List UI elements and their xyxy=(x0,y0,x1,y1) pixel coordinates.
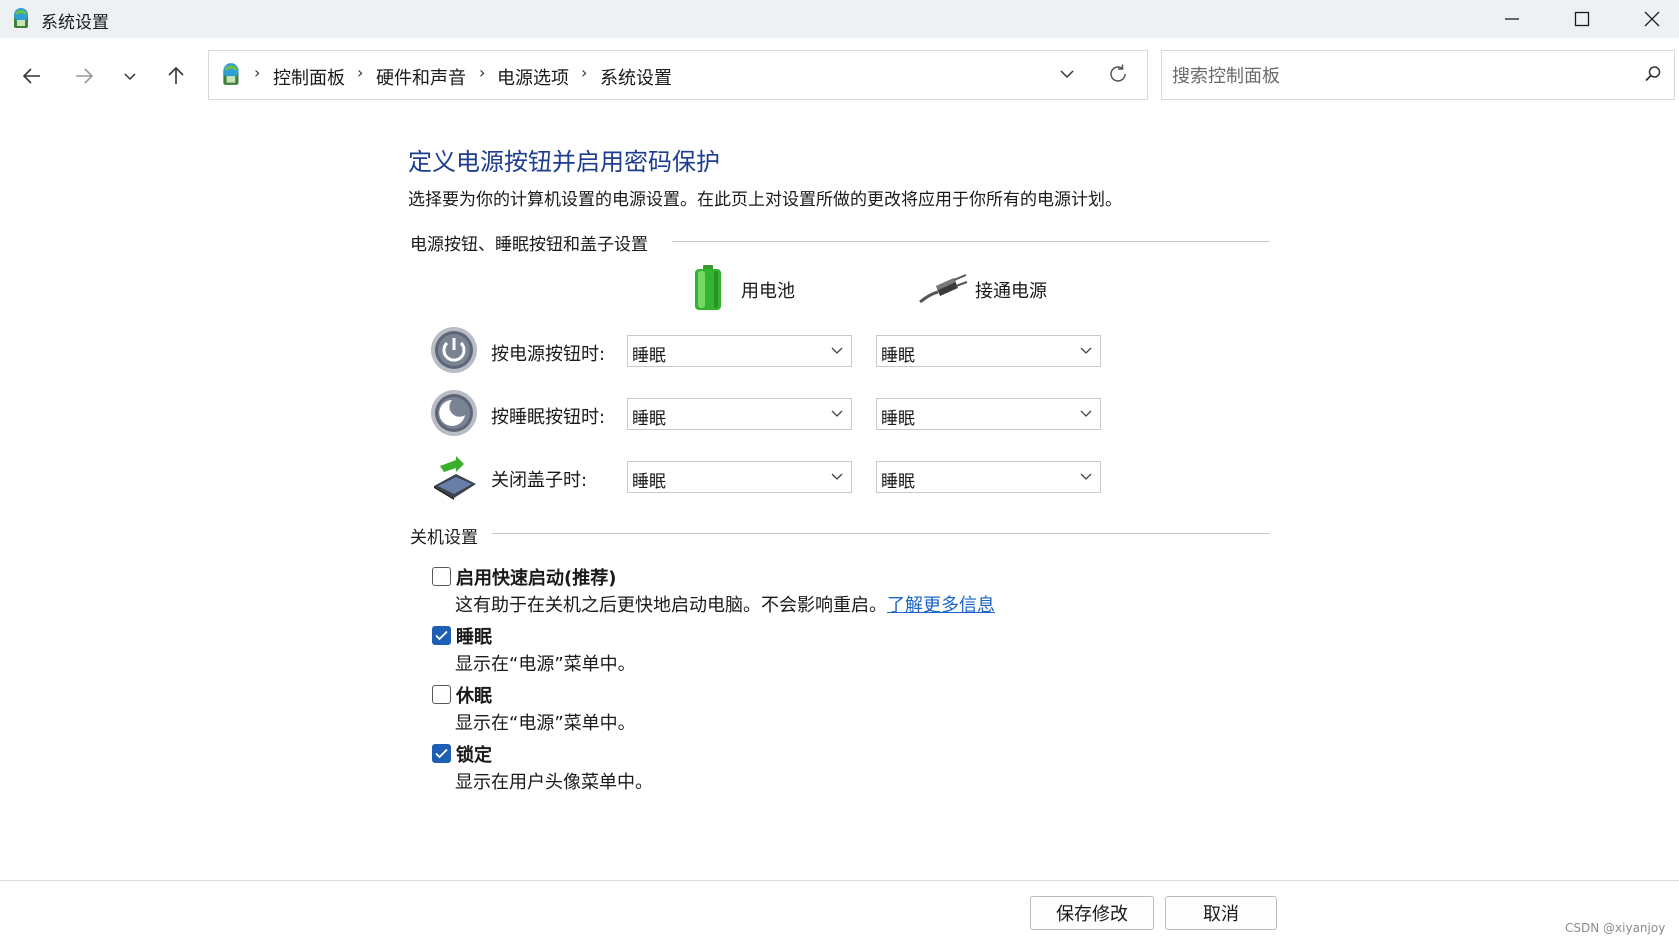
shutdown-section-label: 关机设置 xyxy=(410,523,486,548)
breadcrumb-system-settings[interactable]: 系统设置 xyxy=(600,64,672,90)
cancel-button[interactable]: 取消 xyxy=(1165,896,1277,930)
power-button-icon xyxy=(431,327,477,373)
address-bar[interactable]: › 控制面板 › 硬件和声音 › 电源选项 › 系统设置 xyxy=(208,50,1148,100)
power-plug-icon xyxy=(919,274,968,304)
lock-checkbox[interactable] xyxy=(432,744,451,763)
sleep-option-description: 显示在“电源”菜单中。 xyxy=(455,654,636,675)
fast-startup-title: 启用快速启动(推荐) xyxy=(456,568,617,589)
power-button-row-label: 按电源按钮时: xyxy=(491,344,606,365)
breadcrumb-hardware-sound[interactable]: 硬件和声音 xyxy=(376,64,466,90)
power-buttons-section-label: 电源按钮、睡眠按钮和盖子设置 xyxy=(410,230,656,255)
learn-more-link[interactable]: 了解更多信息 xyxy=(887,595,995,616)
power-button-plugged-select[interactable]: 睡眠 xyxy=(876,335,1101,367)
page-description: 选择要为你的计算机设置的电源设置。在此页上对设置所做的更改将应用于你所有的电源计… xyxy=(408,190,1122,210)
refresh-icon[interactable] xyxy=(1107,63,1129,85)
close-icon xyxy=(1644,11,1660,27)
lid-close-plugged-select[interactable]: 睡眠 xyxy=(876,461,1101,493)
save-changes-button[interactable]: 保存修改 xyxy=(1030,896,1154,930)
fast-startup-description: 这有助于在关机之后更快地启动电脑。不会影响重启。了解更多信息 xyxy=(455,595,995,616)
up-button[interactable] xyxy=(158,58,194,94)
checkmark-icon xyxy=(435,630,448,641)
chevron-down-icon xyxy=(1080,473,1092,480)
chevron-down-icon xyxy=(831,347,843,354)
arrow-right-icon xyxy=(76,68,94,84)
hibernate-checkbox[interactable] xyxy=(432,685,451,704)
battery-column-header: 用电池 xyxy=(741,281,795,302)
recent-locations-button[interactable] xyxy=(112,58,148,94)
chevron-right-icon: › xyxy=(254,63,261,82)
forward-button[interactable] xyxy=(66,58,102,94)
checkmark-icon xyxy=(435,748,448,759)
arrow-left-icon xyxy=(22,68,40,84)
sleep-button-icon xyxy=(431,390,477,436)
window-title: 系统设置 xyxy=(41,13,109,33)
lid-close-row-label: 关闭盖子时: xyxy=(491,470,588,491)
page-title: 定义电源按钮并启用密码保护 xyxy=(408,148,720,176)
fast-startup-checkbox[interactable] xyxy=(432,567,451,586)
chevron-down-icon xyxy=(1080,347,1092,354)
chevron-right-icon: › xyxy=(357,63,364,82)
sleep-button-plugged-select[interactable]: 睡眠 xyxy=(876,398,1101,430)
arrow-up-icon xyxy=(168,66,184,84)
minimize-icon xyxy=(1505,18,1519,20)
lock-option-description: 显示在用户头像菜单中。 xyxy=(455,772,653,793)
section-divider xyxy=(492,533,1270,534)
minimize-button[interactable] xyxy=(1477,0,1547,38)
sleep-checkbox[interactable] xyxy=(432,626,451,645)
plugged-in-column-header: 接通电源 xyxy=(975,281,1047,302)
hibernate-option-title: 休眠 xyxy=(456,686,492,707)
search-input[interactable] xyxy=(1170,61,1634,91)
lid-close-battery-select[interactable]: 睡眠 xyxy=(627,461,852,493)
chevron-down-icon xyxy=(831,410,843,417)
search-box[interactable] xyxy=(1161,50,1675,100)
watermark: CSDN @xiyanjoy xyxy=(1565,921,1666,935)
lock-option-title: 锁定 xyxy=(456,745,492,766)
control-panel-icon xyxy=(223,63,239,85)
chevron-down-icon xyxy=(124,73,136,81)
maximize-icon xyxy=(1574,11,1590,27)
battery-icon xyxy=(695,265,721,310)
back-button[interactable] xyxy=(14,58,50,94)
breadcrumb-power-options[interactable]: 电源选项 xyxy=(497,64,569,90)
section-divider xyxy=(672,241,1270,242)
close-button[interactable] xyxy=(1617,0,1679,38)
chevron-down-icon xyxy=(831,473,843,480)
footer-bar xyxy=(0,880,1679,945)
sleep-button-row-label: 按睡眠按钮时: xyxy=(491,407,606,428)
address-dropdown-icon[interactable] xyxy=(1057,64,1077,84)
chevron-right-icon: › xyxy=(479,63,486,82)
search-icon[interactable] xyxy=(1644,65,1662,83)
title-bar: 系统设置 xyxy=(0,0,1679,38)
sleep-option-title: 睡眠 xyxy=(456,627,492,648)
power-button-battery-select[interactable]: 睡眠 xyxy=(627,335,852,367)
chevron-right-icon: › xyxy=(581,63,588,82)
control-panel-icon xyxy=(14,8,28,28)
laptop-lid-icon xyxy=(434,456,476,500)
chevron-down-icon xyxy=(1080,410,1092,417)
hibernate-option-description: 显示在“电源”菜单中。 xyxy=(455,713,636,734)
maximize-button[interactable] xyxy=(1547,0,1617,38)
breadcrumb-control-panel[interactable]: 控制面板 xyxy=(273,64,345,90)
sleep-button-battery-select[interactable]: 睡眠 xyxy=(627,398,852,430)
